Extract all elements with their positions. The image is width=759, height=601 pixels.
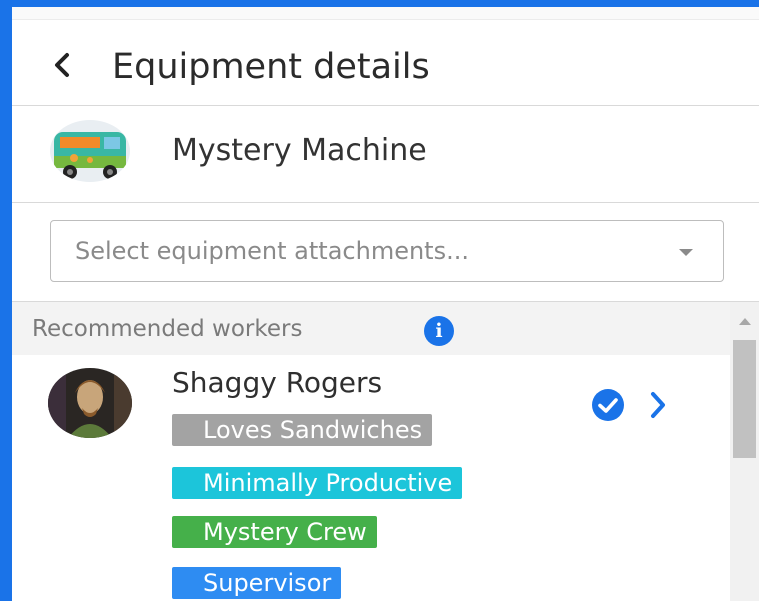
worker-row[interactable]: Shaggy Rogers Loves Sandwiches Minimally… bbox=[12, 355, 730, 601]
back-button[interactable] bbox=[44, 47, 80, 83]
chevron-left-icon bbox=[55, 53, 69, 77]
caret-down-icon bbox=[679, 249, 693, 256]
worker-name: Shaggy Rogers bbox=[172, 366, 383, 399]
attachments-select-placeholder: Select equipment attachments... bbox=[75, 237, 469, 265]
worker-tag: Loves Sandwiches bbox=[172, 414, 433, 446]
recommended-workers-section: Recommended workers i Shaggy Rogers Love… bbox=[12, 301, 759, 601]
header: Equipment details bbox=[12, 19, 759, 106]
worker-tag: Supervisor bbox=[172, 567, 342, 599]
van-avatar bbox=[50, 120, 130, 182]
equipment-details-panel: Equipment details Mystery Machine Select… bbox=[12, 7, 759, 601]
chevron-right-icon[interactable] bbox=[646, 389, 670, 421]
info-icon[interactable]: i bbox=[424, 316, 454, 346]
scroll-up-icon[interactable] bbox=[739, 318, 751, 325]
equipment-name: Mystery Machine bbox=[172, 133, 427, 168]
worker-avatar bbox=[48, 368, 132, 438]
worker-tag: Minimally Productive bbox=[172, 467, 463, 499]
check-circle-icon[interactable] bbox=[592, 389, 624, 421]
recommended-workers-title: Recommended workers bbox=[32, 316, 303, 342]
page-title: Equipment details bbox=[112, 47, 430, 87]
worker-tag: Mystery Crew bbox=[172, 516, 377, 548]
equipment-row: Mystery Machine bbox=[12, 106, 759, 203]
scrollbar-thumb[interactable] bbox=[733, 340, 756, 458]
recommended-workers-header: Recommended workers i bbox=[12, 302, 730, 355]
scrollbar[interactable] bbox=[730, 302, 759, 601]
attachments-select[interactable]: Select equipment attachments... bbox=[50, 220, 724, 282]
